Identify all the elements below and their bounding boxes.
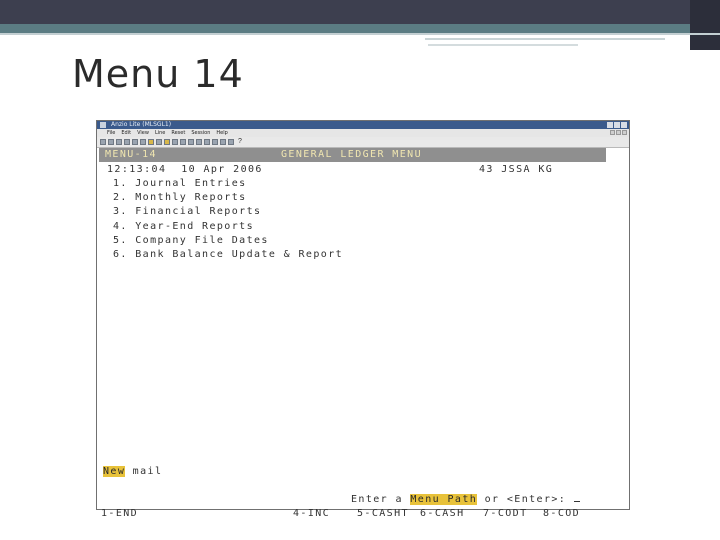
fkey-cod[interactable]: 8-COD	[543, 508, 580, 520]
fkey-end[interactable]: 1-END	[101, 508, 138, 520]
terminal-app-window: Anzio Lite (MLSGL1) File Edit View Line …	[96, 120, 630, 519]
menu-line[interactable]: Line	[155, 129, 165, 137]
paste-icon[interactable]	[148, 139, 154, 145]
menu-session[interactable]: Session	[191, 129, 210, 137]
menu-view[interactable]: View	[137, 129, 149, 137]
menu-option-bank-balance[interactable]: 6. Bank Balance Update & Report	[113, 249, 343, 261]
doc-restore-icon[interactable]	[616, 130, 621, 135]
menu-edit[interactable]: Edit	[121, 129, 131, 137]
transfer-icon[interactable]	[204, 139, 210, 145]
minimize-icon[interactable]	[607, 122, 613, 128]
menu-file[interactable]: File	[107, 129, 115, 137]
date-time: 12:13:04 10 Apr 2006	[107, 164, 263, 175]
slide-accent-line-short	[428, 44, 578, 46]
mail-notice: New mail	[103, 466, 162, 478]
keyboard-icon[interactable]	[180, 139, 186, 145]
maximize-icon[interactable]	[614, 122, 620, 128]
menu-bar: File Edit View Line Reset Session Help	[97, 129, 629, 137]
menu-path-prompt[interactable]: Enter a Menu Path or <Enter>:	[351, 494, 580, 506]
help-icon[interactable]: ?	[238, 138, 242, 146]
menu-option-financial-reports[interactable]: 3. Financial Reports	[113, 206, 261, 218]
menu-title: GENERAL LEDGER MENU	[281, 149, 422, 160]
text-cursor	[573, 501, 580, 502]
grid-icon[interactable]	[212, 139, 218, 145]
doc-minimize-icon[interactable]	[610, 130, 615, 135]
menu-help[interactable]: Help	[216, 129, 227, 137]
connect-icon[interactable]	[156, 139, 162, 145]
prompt-prefix: Enter a	[351, 494, 411, 505]
copy-icon[interactable]	[140, 139, 146, 145]
save-icon[interactable]	[116, 139, 122, 145]
menu-id: MENU-14	[105, 149, 157, 160]
slide-divider-line	[0, 33, 720, 35]
settings-icon[interactable]	[188, 139, 194, 145]
document-controls	[610, 130, 627, 135]
macro-icon[interactable]	[228, 139, 234, 145]
menu-option-company-file-dates[interactable]: 5. Company File Dates	[113, 235, 269, 247]
slide-title: Menu 14	[72, 52, 244, 96]
window-titlebar[interactable]: Anzio Lite (MLSGL1)	[97, 121, 629, 129]
capture-icon[interactable]	[172, 139, 178, 145]
menu-option-monthly-reports[interactable]: 2. Monthly Reports	[113, 192, 247, 204]
screen-icon[interactable]	[196, 139, 202, 145]
new-icon[interactable]	[100, 139, 106, 145]
terminal-screen[interactable]: MENU-14 GENERAL LEDGER MENU 12:13:04 10 …	[97, 148, 629, 519]
new-mail-highlight: New	[103, 466, 126, 477]
window-controls	[607, 122, 627, 128]
app-icon[interactable]	[100, 122, 106, 128]
company-code: 43 JSSA KG	[479, 164, 554, 175]
close-icon[interactable]	[621, 122, 627, 128]
fkey-inc[interactable]: 4-INC	[293, 508, 330, 520]
folder-icon[interactable]	[164, 139, 170, 145]
window-title: Anzio Lite (MLSGL1)	[111, 121, 172, 128]
slide-teal-band	[0, 24, 720, 33]
slide-corner-block	[690, 0, 720, 50]
slide-top-band	[0, 0, 720, 24]
toolbar: ?	[97, 137, 629, 148]
cut-icon[interactable]	[132, 139, 138, 145]
slide-accent-line	[425, 38, 665, 40]
mail-label: mail	[125, 466, 163, 477]
print-icon[interactable]	[124, 139, 130, 145]
fkey-codt[interactable]: 7-CODT	[483, 508, 528, 520]
menu-option-journal-entries[interactable]: 1. Journal Entries	[113, 178, 247, 190]
prompt-suffix: or <Enter>:	[477, 494, 574, 505]
open-icon[interactable]	[108, 139, 114, 145]
fkey-cash[interactable]: 6-CASH	[420, 508, 465, 520]
menu-reset[interactable]: Reset	[171, 129, 185, 137]
fkey-casht[interactable]: 5-CASHT	[357, 508, 409, 520]
menu-option-year-end-reports[interactable]: 4. Year-End Reports	[113, 221, 254, 233]
doc-close-icon[interactable]	[622, 130, 627, 135]
menu-path-highlight: Menu Path	[410, 494, 478, 505]
layout-icon[interactable]	[220, 139, 226, 145]
